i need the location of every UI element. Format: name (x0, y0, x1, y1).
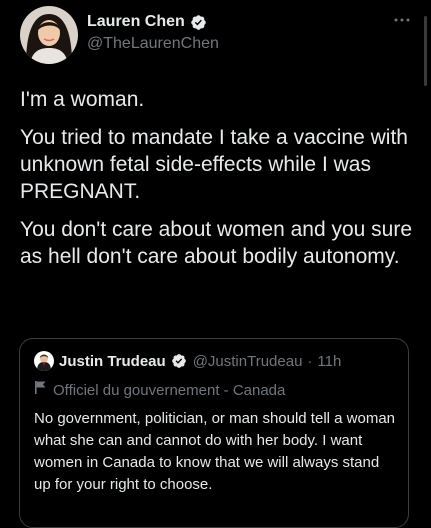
government-label[interactable]: Officiel du gouvernement - Canada (34, 380, 285, 400)
author-handle[interactable]: @TheLaurenChen (87, 35, 219, 53)
quote-author-name[interactable]: Justin Trudeau (59, 353, 166, 370)
verified-badge-icon (171, 353, 188, 370)
quote-text: No government, politician, or man should… (34, 410, 396, 493)
quote-separator: · (307, 352, 313, 370)
tweet-paragraph: You don't care about women and you sure … (20, 218, 413, 268)
tweet: Lauren Chen @TheLaurenChen I'm a woman. … (0, 0, 431, 528)
tweet-paragraph: You tried to mandate I take a vaccine wi… (20, 126, 408, 203)
author-avatar[interactable] (20, 6, 78, 64)
quote-author-avatar[interactable] (34, 351, 54, 371)
scrollbar-thumb[interactable] (424, 16, 427, 86)
government-label-text: Officiel du gouvernement - Canada (53, 381, 286, 399)
tweet-text: I'm a woman. You tried to mandate I take… (20, 86, 415, 281)
tweet-paragraph: I'm a woman. (20, 88, 145, 111)
quote-author-handle[interactable]: @JustinTrudeau (193, 353, 303, 370)
verified-badge-icon (190, 14, 207, 31)
flag-icon (34, 380, 47, 400)
quote-header: Justin Trudeau @JustinTrudeau · 11h (34, 350, 341, 372)
author-name[interactable]: Lauren Chen (87, 13, 185, 31)
more-button[interactable] (391, 12, 413, 28)
more-icon (394, 18, 410, 22)
author-name-row: Lauren Chen (87, 12, 207, 32)
quote-timestamp[interactable]: 11h (317, 353, 341, 370)
